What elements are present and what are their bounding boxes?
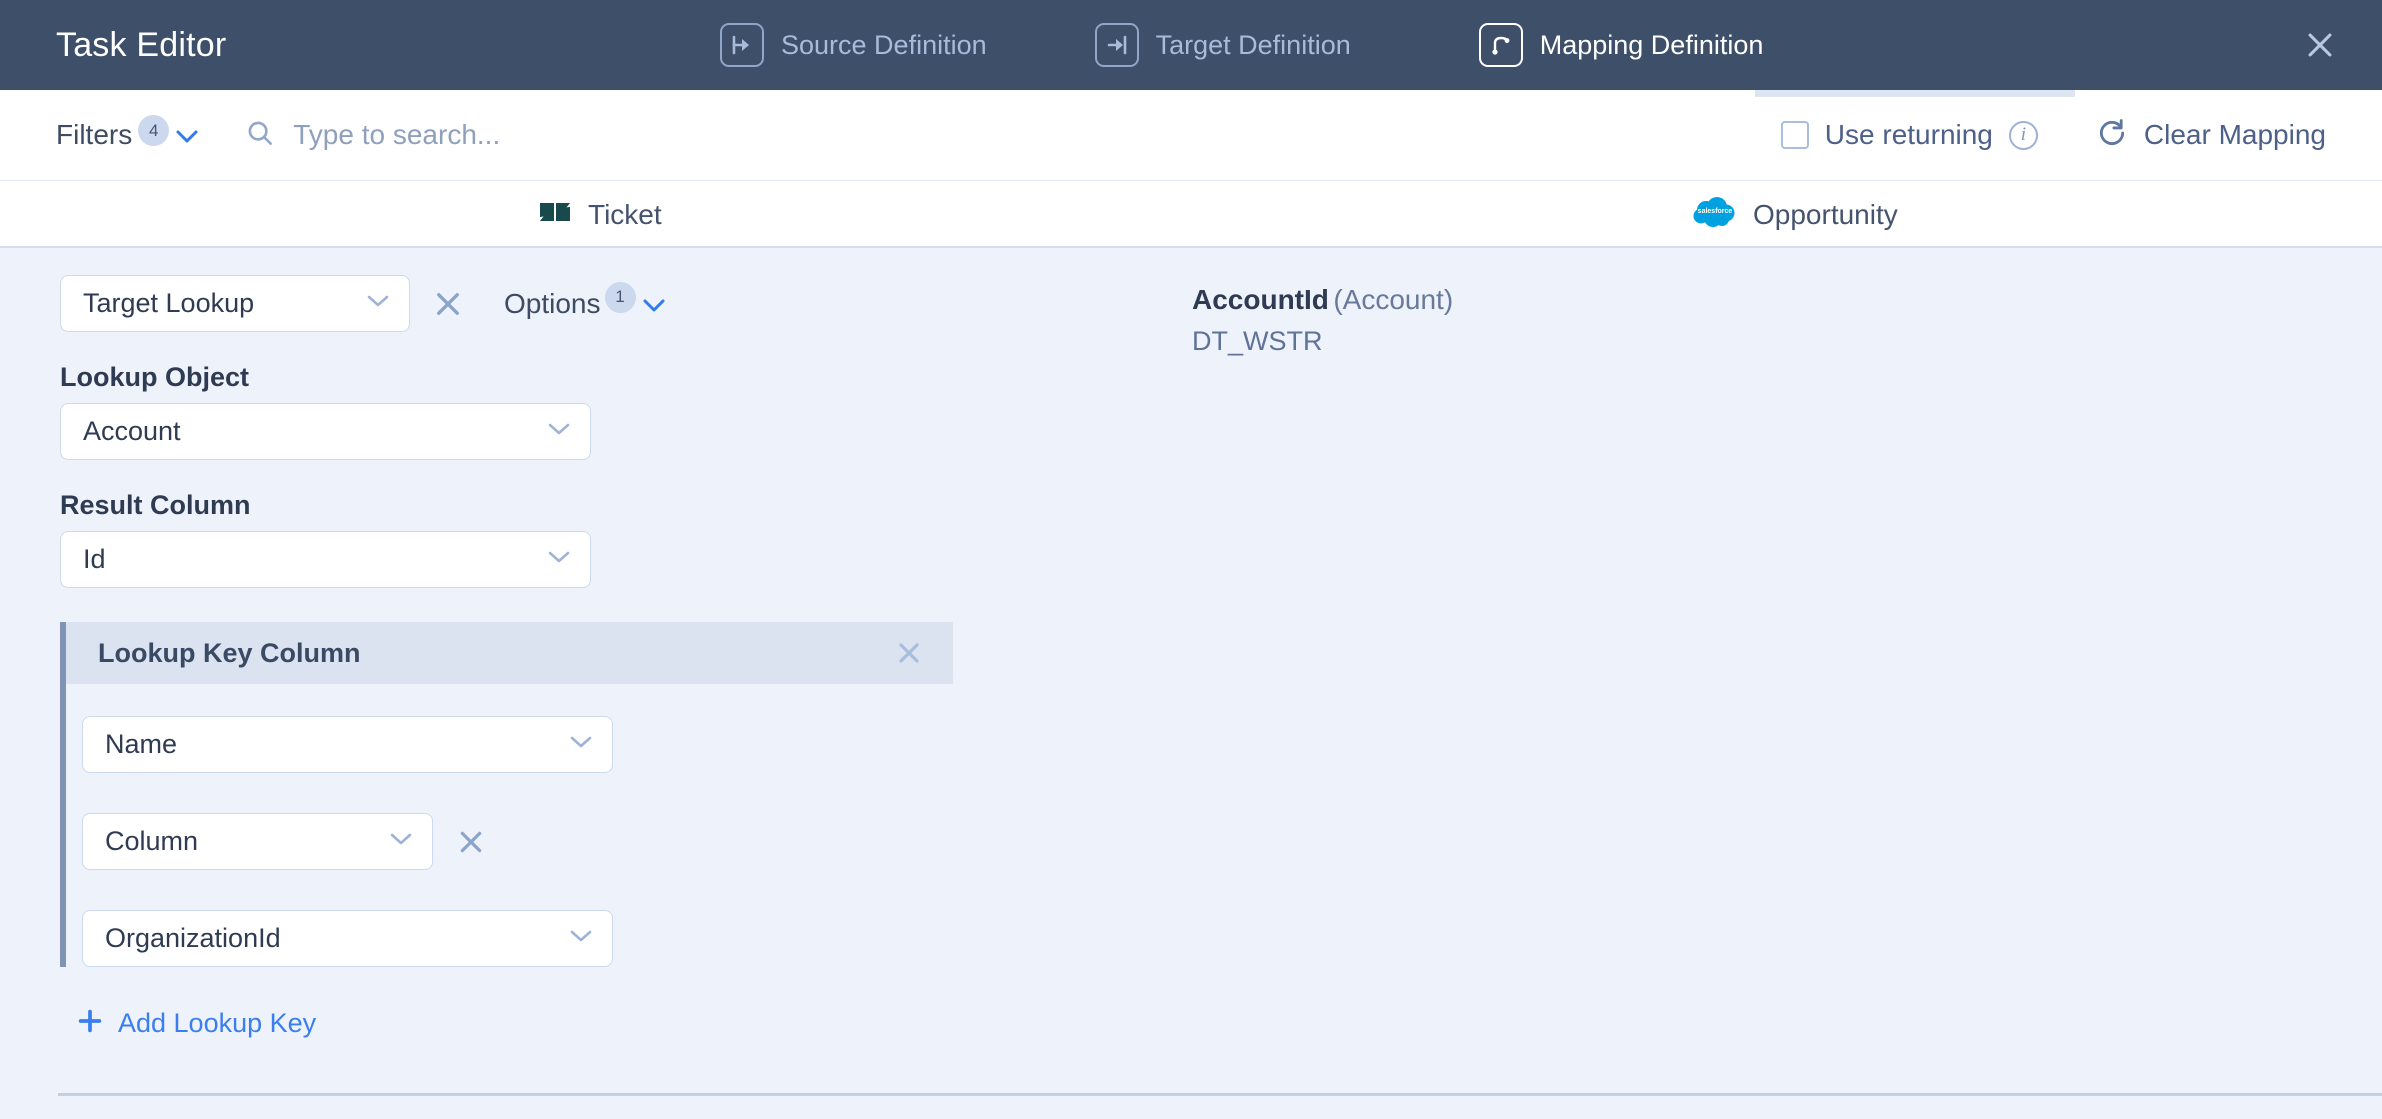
tab-target-definition[interactable]: Target Definition xyxy=(1094,23,1351,67)
lookup-object-value: Account xyxy=(83,416,181,446)
reset-circular-arrow-icon xyxy=(2096,117,2128,154)
definition-tabs: Source Definition Target Definition Mapp… xyxy=(720,0,1763,90)
close-x-icon xyxy=(437,292,459,315)
mapping-content: Target Lookup Options 1 Lookup Object Ac… xyxy=(0,248,2382,1119)
toolbar-accent-strip xyxy=(1755,90,2075,97)
close-x-icon xyxy=(899,643,919,663)
window-title-bar: Task Editor Source Definition Target Def… xyxy=(0,0,2382,90)
chevron-down-icon xyxy=(175,129,199,149)
chevron-down-icon xyxy=(365,293,391,314)
zendesk-logo-icon xyxy=(538,195,572,234)
result-column-field: Id xyxy=(0,531,1170,588)
svg-text:salesforce: salesforce xyxy=(1698,208,1733,215)
lookup-key-column-body: Name Column OrganizationId xyxy=(66,684,953,967)
mapping-right-pane: AccountId (Account) DT_WSTR xyxy=(1170,248,2382,357)
lookup-key-source-column-select[interactable]: OrganizationId xyxy=(82,910,613,967)
lookup-object-label: Lookup Object xyxy=(60,362,249,392)
source-definition-icon xyxy=(720,23,764,67)
info-icon[interactable]: i xyxy=(2008,120,2038,150)
tab-source-definition[interactable]: Source Definition xyxy=(720,23,987,67)
mapping-toolbar: Filters 4 Use returning i xyxy=(0,90,2382,181)
target-field-heading: AccountId (Account) xyxy=(1192,284,2382,316)
chevron-down-icon xyxy=(546,549,572,570)
result-column-select[interactable]: Id xyxy=(60,531,591,588)
lookup-object-select[interactable]: Account xyxy=(60,403,591,460)
lookup-key-source-type-row: Column xyxy=(82,813,953,870)
chevron-down-icon xyxy=(568,734,594,755)
entity-header-row: Ticket salesforce Opportunity xyxy=(0,181,2382,248)
lookup-key-field-row: Name xyxy=(82,716,953,773)
target-field-datatype: DT_WSTR xyxy=(1192,326,1323,356)
close-x-icon xyxy=(460,831,482,852)
add-lookup-key-button[interactable]: Add Lookup Key xyxy=(76,1007,1170,1040)
lookup-key-column-card: Lookup Key Column Name Column Organizati… xyxy=(60,622,953,967)
filters-label: Filters xyxy=(56,119,133,150)
target-field-name: AccountId xyxy=(1192,284,1329,315)
tab-target-definition-label: Target Definition xyxy=(1155,29,1351,60)
chevron-down-icon xyxy=(546,421,572,442)
use-returning-label: Use returning xyxy=(1824,119,1993,150)
clear-mapping-label: Clear Mapping xyxy=(2143,119,2326,150)
page-title: Task Editor xyxy=(56,25,227,64)
lookup-key-source-column-row: OrganizationId xyxy=(82,910,953,967)
lookup-key-field-select[interactable]: Name xyxy=(82,716,613,773)
plus-icon xyxy=(76,1007,104,1040)
source-entity: Ticket xyxy=(538,181,662,248)
mapping-type-select[interactable]: Target Lookup xyxy=(60,275,410,332)
close-x-icon xyxy=(2308,33,2332,57)
add-lookup-key-label: Add Lookup Key xyxy=(118,1008,317,1038)
use-returning-checkbox[interactable] xyxy=(1780,121,1809,149)
lookup-key-source-column-value: OrganizationId xyxy=(105,923,281,953)
tab-mapping-definition[interactable]: Mapping Definition xyxy=(1478,23,1764,67)
target-entity-label: Opportunity xyxy=(1753,198,1898,230)
remove-lookup-key-source-button[interactable] xyxy=(449,820,493,864)
mapping-left-pane: Target Lookup Options 1 Lookup Object Ac… xyxy=(0,248,1170,1040)
result-column-value: Id xyxy=(83,544,106,574)
tab-source-definition-label: Source Definition xyxy=(781,29,987,60)
filters-dropdown[interactable]: Filters 4 xyxy=(56,113,199,157)
target-field-info: AccountId (Account) DT_WSTR xyxy=(1170,248,2382,357)
filters-count-badge: 4 xyxy=(138,115,170,146)
lookup-key-field-value: Name xyxy=(105,729,178,759)
target-field-object: (Account) xyxy=(1333,284,1454,315)
lookup-key-source-type-value: Column xyxy=(105,826,199,856)
options-label: Options xyxy=(504,287,601,319)
mapping-type-row: Target Lookup Options 1 xyxy=(0,248,1170,332)
clear-mapping-button[interactable]: Clear Mapping xyxy=(2096,117,2326,154)
lookup-key-column-header: Lookup Key Column xyxy=(66,622,953,684)
tab-mapping-definition-label: Mapping Definition xyxy=(1539,29,1764,60)
remove-lookup-key-column-button[interactable] xyxy=(887,631,931,675)
search-area xyxy=(245,118,1781,153)
result-column-label: Result Column xyxy=(60,490,251,520)
remove-mapping-button[interactable] xyxy=(426,282,470,326)
options-dropdown[interactable]: Options 1 xyxy=(504,281,666,326)
target-entity: salesforce Opportunity xyxy=(1693,181,1898,248)
close-window-button[interactable] xyxy=(2300,25,2340,65)
source-entity-label: Ticket xyxy=(588,198,662,230)
lookup-object-field: Account xyxy=(0,403,1170,460)
mapping-definition-icon xyxy=(1478,23,1523,67)
toolbar-actions: Use returning i Clear Mapping xyxy=(1780,117,2326,154)
salesforce-logo-icon: salesforce xyxy=(1693,196,1737,233)
lookup-key-column-title: Lookup Key Column xyxy=(98,637,361,668)
section-divider xyxy=(58,1093,2382,1096)
search-input[interactable] xyxy=(293,119,1054,151)
mapping-type-value: Target Lookup xyxy=(83,288,255,318)
search-icon xyxy=(245,118,275,153)
chevron-down-icon xyxy=(642,298,666,318)
options-count-badge: 1 xyxy=(604,281,636,313)
chevron-down-icon xyxy=(568,928,594,949)
chevron-down-icon xyxy=(388,831,414,852)
lookup-key-source-type-select[interactable]: Column xyxy=(82,813,433,870)
use-returning-toggle[interactable]: Use returning i xyxy=(1780,119,2038,151)
target-definition-icon xyxy=(1094,23,1139,67)
